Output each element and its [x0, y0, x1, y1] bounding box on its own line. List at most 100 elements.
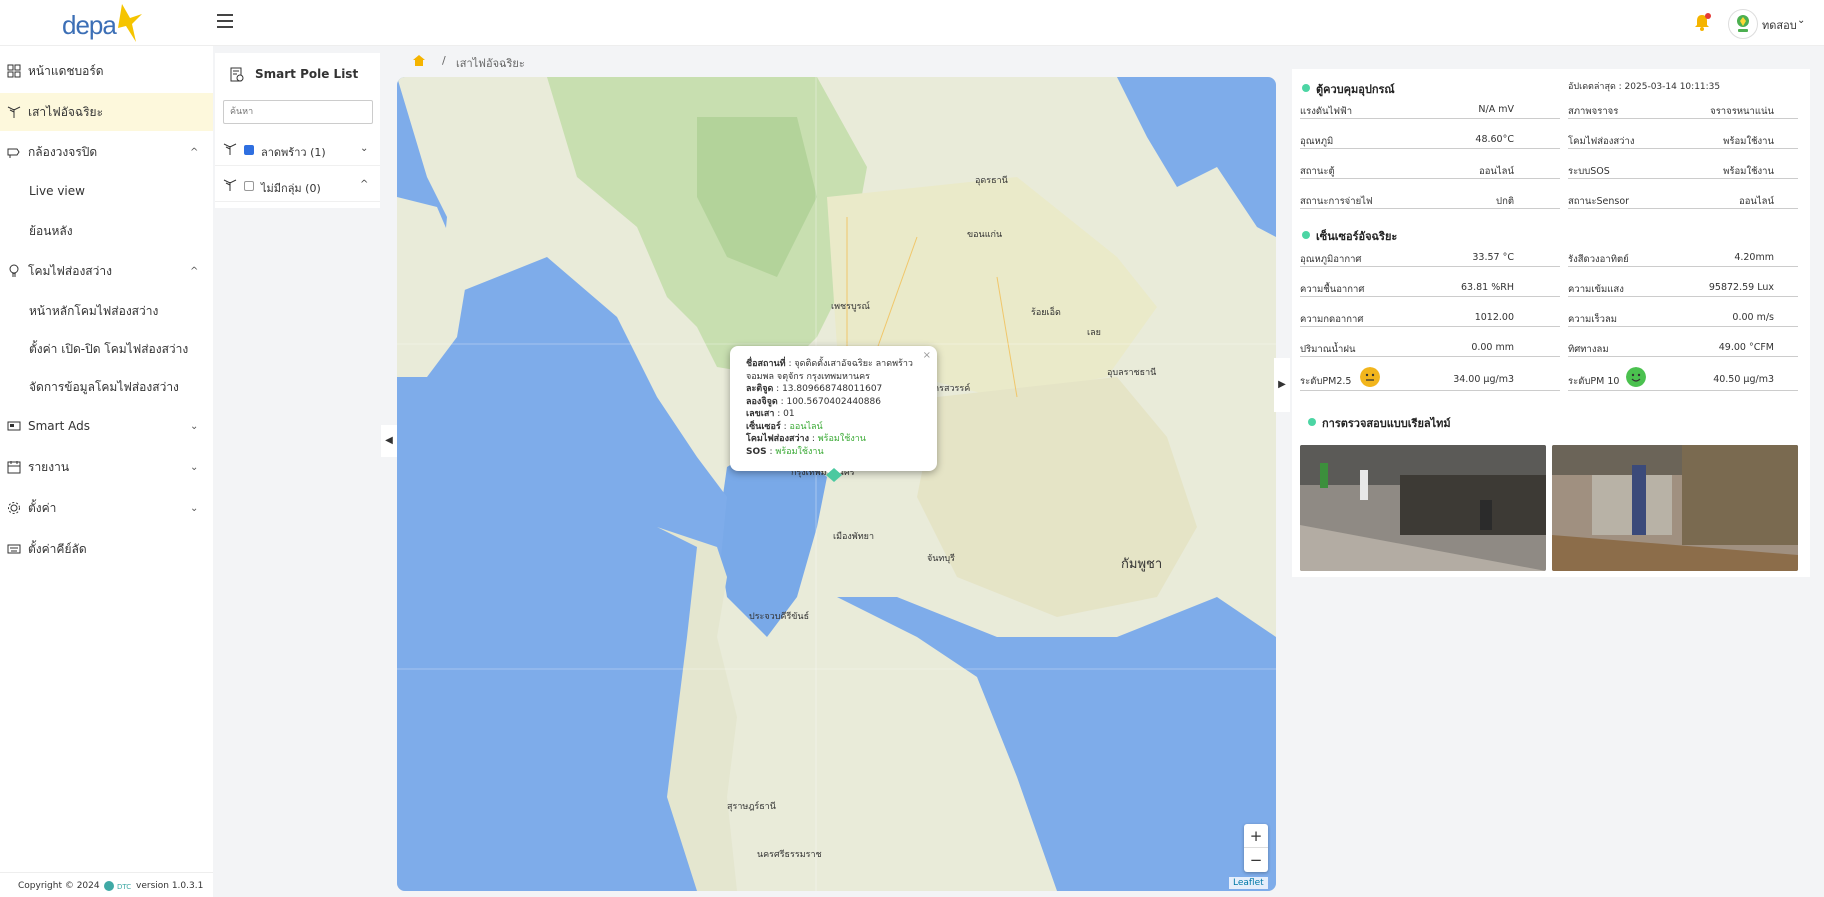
- pole-list-title: Smart Pole List: [255, 67, 359, 81]
- map-view[interactable]: กัมพูชา เมืองพัทยา อุดรธานี อุบลราชธานี …: [397, 77, 1276, 891]
- collapse-left-button[interactable]: ◀: [381, 425, 397, 457]
- row-value: 0.00 mm: [1471, 342, 1514, 353]
- dashboard-grid-icon: [7, 64, 21, 78]
- popup-line: ลองจิจูด : 100.5670402440886: [746, 396, 881, 407]
- popup-value: 01: [783, 409, 795, 419]
- footer: Copyright © 2024 DTC version 1.0.3.1: [0, 872, 213, 897]
- group-row[interactable]: ลาดพร้าว (1) ⌄: [215, 134, 380, 166]
- depa-logo[interactable]: depa: [62, 2, 142, 44]
- row-value: 48.60°C: [1475, 134, 1514, 145]
- map-label: อุบลราชธานี: [1107, 368, 1157, 378]
- row-value: พร้อมใช้งาน: [1723, 166, 1774, 177]
- status-dot: [1308, 418, 1316, 426]
- sidebar-item-smart-ads[interactable]: Smart Ads ⌄: [0, 407, 213, 445]
- group-checkbox[interactable]: [244, 145, 254, 155]
- zoom-out-button[interactable]: −: [1244, 848, 1268, 872]
- map-attribution[interactable]: Leaflet: [1229, 877, 1268, 889]
- sidebar-item-label: ตั้งค่า: [28, 500, 57, 515]
- home-icon[interactable]: [412, 54, 426, 67]
- chevron-down-icon[interactable]: ⌄: [190, 421, 198, 432]
- row-value: 95872.59 Lux: [1708, 282, 1774, 293]
- popup-key: ชื่อสถานที่: [746, 359, 786, 369]
- map-label: อุดรธานี: [975, 176, 1008, 186]
- row-value: 34.00 µg/m3: [1453, 374, 1514, 385]
- pole-icon: [7, 106, 21, 118]
- chevron-up-icon[interactable]: ^: [190, 266, 198, 277]
- sidebar-item-settings[interactable]: ตั้งค่า ⌄: [0, 489, 213, 527]
- zoom-in-button[interactable]: +: [1244, 824, 1268, 848]
- username[interactable]: ทดสอบ: [1762, 16, 1797, 34]
- menu-toggle-button[interactable]: [217, 14, 233, 30]
- row-value: 49.00 °CFM: [1718, 342, 1774, 353]
- sidebar-item-playback[interactable]: ย้อนหลัง: [29, 222, 73, 241]
- row-key: สถานะSensor: [1568, 196, 1630, 207]
- row-key: อุณหภูมิอากาศ: [1300, 254, 1362, 265]
- group-checkbox[interactable]: [244, 181, 254, 191]
- camera-icon: [7, 148, 20, 158]
- chevron-down-icon[interactable]: ⌄: [1797, 15, 1805, 26]
- row-key: สถานะตู้: [1300, 166, 1335, 177]
- top-bar: depa ทดสอบ ⌄: [0, 0, 1824, 46]
- popup-line: ละติจูด : 13.809668748011607: [746, 384, 883, 394]
- row-key: ปริมาณน้ำฝน: [1300, 344, 1356, 355]
- popup-value: 100.5670402440886: [786, 396, 881, 407]
- keyboard-icon: [7, 544, 21, 554]
- neutral-face-icon: [1360, 367, 1380, 387]
- avatar-logo-icon: [1737, 15, 1749, 32]
- group-label: ลาดพร้าว (1): [261, 146, 326, 159]
- map-label: สุราษฎร์ธานี: [727, 802, 776, 812]
- chevron-up-icon[interactable]: ^: [190, 147, 198, 158]
- cctv-feed-1[interactable]: [1300, 445, 1546, 571]
- chevron-up-icon[interactable]: ^: [360, 179, 368, 190]
- row-key: แรงดันไฟฟ้า: [1300, 106, 1353, 117]
- popup-value: พร้อมใช้งาน: [775, 446, 824, 457]
- map-label: ร้อยเอ็ด: [1031, 308, 1061, 318]
- popup-close-button[interactable]: ×: [923, 350, 931, 363]
- row-value: 1012.00: [1474, 312, 1514, 323]
- sidebar-item-report[interactable]: รายงาน ⌄: [0, 448, 213, 486]
- group-row[interactable]: ไม่มีกลุ่ม (0) ^: [215, 170, 380, 202]
- popup-value: จุดติดตั้งเสาอัจฉริยะ ลาดพร้าว: [794, 359, 913, 369]
- ads-icon: [7, 421, 21, 431]
- map-tiles: [397, 77, 1276, 891]
- sidebar-item-lamp-manage[interactable]: จัดการข้อมูลโคมไฟส่องสว่าง: [29, 378, 179, 397]
- sidebar-item-lamp[interactable]: โคมไฟส่องสว่าง ^: [0, 252, 213, 290]
- row-key: สถานะการจ่ายไฟ: [1300, 196, 1373, 207]
- sensor-row: ระดับPM 10 40.50 µg/m3: [1568, 367, 1798, 391]
- notification-bell-icon[interactable]: [1692, 12, 1712, 32]
- collapse-right-button[interactable]: ▶: [1274, 358, 1290, 412]
- map-label: ประจวบคีรีขันธ์: [749, 612, 810, 622]
- user-avatar[interactable]: [1728, 9, 1758, 39]
- sensor-row: ระดับPM2.5 34.00 µg/m3: [1300, 367, 1560, 391]
- sidebar-item-smart-pole[interactable]: เสาไฟอัจฉริยะ: [0, 93, 213, 131]
- row-key: ระดับPM2.5: [1300, 376, 1352, 387]
- sensor-row: รังสีดวงอาทิตย์ 4.20mm: [1568, 247, 1798, 267]
- popup-key: โคมไฟส่องสว่าง: [746, 434, 809, 444]
- sidebar-item-dashboard[interactable]: หน้าแดชบอร์ด: [0, 52, 213, 90]
- section-title-realtime: การตรวจสอบแบบเรียลไทม์: [1322, 417, 1451, 430]
- device-row: สถานะSensor ออนไลน์: [1568, 189, 1798, 209]
- map-label: จันทบุรี: [927, 554, 955, 564]
- sidebar-item-live-view[interactable]: Live view: [29, 184, 85, 198]
- map-marker-icon[interactable]: [826, 468, 842, 482]
- popup-key: เลขเสา: [746, 409, 775, 419]
- chevron-down-icon[interactable]: ⌄: [190, 503, 198, 514]
- chevron-down-icon[interactable]: ⌄: [190, 462, 198, 473]
- sidebar-item-shortcuts[interactable]: ตั้งค่าคีย์ลัด: [0, 530, 213, 568]
- cctv-feed-2[interactable]: [1552, 445, 1798, 571]
- device-row: ระบบSOS พร้อมใช้งาน: [1568, 159, 1798, 179]
- device-row: แรงดันไฟฟ้า N/A mV: [1300, 99, 1560, 119]
- row-key: ระบบSOS: [1568, 166, 1610, 177]
- popup-line: เซ็นเซอร์ : ออนไลน์: [746, 421, 823, 432]
- pole-icon: [223, 143, 237, 155]
- pole-search-input[interactable]: [223, 100, 373, 124]
- sidebar-item-label: หน้าแดชบอร์ด: [28, 63, 104, 78]
- sensor-row: อุณหภูมิอากาศ 33.57 °C: [1300, 247, 1560, 267]
- sidebar-item-label: เสาไฟอัจฉริยะ: [28, 104, 104, 119]
- sidebar-item-cctv[interactable]: กล้องวงจรปิด ^: [0, 133, 213, 171]
- sidebar-item-lamp-main[interactable]: หน้าหลักโคมไฟส่องสว่าง: [29, 302, 158, 321]
- chevron-down-icon[interactable]: ⌄: [360, 143, 368, 154]
- sensor-row: ทิศทางลม 49.00 °CFM: [1568, 337, 1798, 357]
- sidebar-item-lamp-schedule[interactable]: ตั้งค่า เปิด-ปิด โคมไฟส่องสว่าง: [29, 340, 188, 359]
- sensor-row: ปริมาณน้ำฝน 0.00 mm: [1300, 337, 1560, 357]
